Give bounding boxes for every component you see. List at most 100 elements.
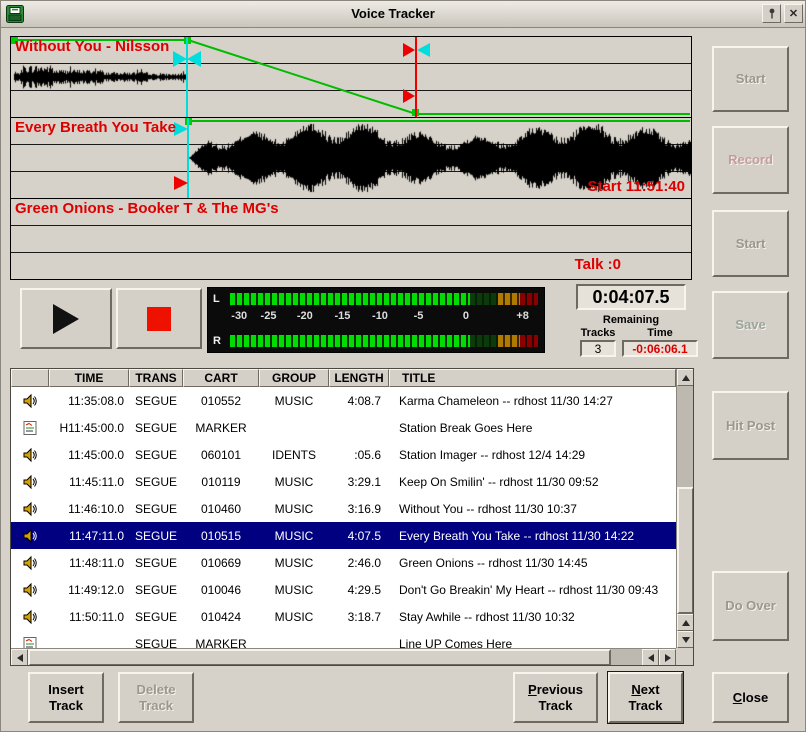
record-button[interactable]: Record — [712, 126, 789, 194]
stop-button[interactable] — [116, 288, 202, 349]
speaker-icon — [11, 582, 49, 598]
save-label: Save — [735, 317, 765, 333]
log-cell-title: Every Breath You Take -- rdhost 11/30 14… — [389, 529, 676, 543]
led-segment-green — [230, 293, 470, 305]
track-panel-1: Without You - Nilsson — [11, 37, 691, 118]
arrow-left-icon — [648, 654, 654, 662]
column-header-icon[interactable] — [11, 369, 49, 387]
save-button[interactable]: Save — [712, 291, 789, 359]
do-over-button[interactable]: Do Over — [712, 571, 789, 641]
marker-triangle-cyan[interactable] — [173, 51, 187, 67]
log-cell-group: MUSIC — [259, 475, 329, 489]
hscroll-thumb[interactable] — [28, 649, 611, 666]
log-cell-length: :05.6 — [329, 448, 389, 462]
close-button[interactable]: ✕ — [784, 4, 803, 23]
remaining-tracks-value: 3 — [580, 340, 616, 357]
previous-track-button[interactable]: Previous Track — [513, 672, 598, 723]
log-row[interactable]: 11:48:11.0 SEGUE 010669 MUSIC 2:46.0 Gre… — [11, 549, 676, 576]
delete-track-button[interactable]: Delete Track — [118, 672, 194, 723]
meter-scale: -30 -25 -20 -15 -10 -5 0 +8 — [230, 310, 538, 328]
scale-tick: -30 — [231, 310, 247, 322]
log-cell-trans: SEGUE — [129, 610, 183, 624]
marker-triangle-cyan[interactable] — [417, 43, 430, 57]
hscroll-right-button[interactable] — [659, 649, 676, 666]
speaker-icon — [11, 447, 49, 463]
right-channel-label: R — [213, 335, 230, 347]
log-cell-cart: 060101 — [183, 448, 259, 462]
log-cell-cart: 010119 — [183, 475, 259, 489]
start-mid-button[interactable]: Start — [712, 210, 789, 277]
log-cell-length: 2:46.0 — [329, 556, 389, 570]
log-cell-time: 11:45:00.0 — [49, 448, 129, 462]
log-cell-cart: 010515 — [183, 529, 259, 543]
log-row[interactable]: 11:45:11.0 SEGUE 010119 MUSIC 3:29.1 Kee… — [11, 468, 676, 495]
level-meter: L -30 -25 -20 -15 -10 -5 0 +8 R — [207, 287, 545, 353]
log-row[interactable]: H11:45:00.0 SEGUE MARKER Station Break G… — [11, 414, 676, 441]
log-cell-time: 11:45:11.0 — [49, 475, 129, 489]
marker-triangle-red[interactable] — [403, 43, 415, 57]
start-top-button[interactable]: Start — [712, 46, 789, 112]
hscroll-left-button[interactable] — [11, 649, 28, 666]
track-title: Without You - Nilsson — [15, 38, 169, 55]
column-header-length[interactable]: LENGTH — [329, 369, 389, 387]
window-title: Voice Tracker — [24, 6, 762, 21]
log-row[interactable]: 11:35:08.0 SEGUE 010552 MUSIC 4:08.7 Kar… — [11, 387, 676, 414]
column-header-group[interactable]: GROUP — [259, 369, 329, 387]
arrow-up-icon — [682, 375, 690, 381]
log-row[interactable]: 11:45:00.0 SEGUE 060101 IDENTS :05.6 Sta… — [11, 441, 676, 468]
log-cell-cart: 010460 — [183, 502, 259, 516]
close-window-button[interactable]: Close — [712, 672, 789, 723]
log-row[interactable]: 11:49:12.0 SEGUE 010046 MUSIC 4:29.5 Don… — [11, 576, 676, 603]
log-cell-time: 11:50:11.0 — [49, 610, 129, 624]
track-panel-3: Green Onions - Booker T & The MG's Talk … — [11, 199, 691, 279]
hscroll-left-button-right[interactable] — [642, 649, 659, 666]
scale-tick: 0 — [463, 310, 469, 322]
grid-line — [11, 252, 691, 253]
column-header-time[interactable]: TIME — [49, 369, 129, 387]
stop-icon — [147, 307, 171, 331]
log-cell-trans: SEGUE — [129, 556, 183, 570]
speaker-icon — [11, 474, 49, 490]
log-cell-time: 11:48:11.0 — [49, 556, 129, 570]
vscroll-up-button[interactable] — [677, 369, 694, 386]
log-row[interactable]: 11:50:11.0 SEGUE 010424 MUSIC 3:18.7 Sta… — [11, 603, 676, 630]
log-cell-title: Don't Go Breakin' My Heart -- rdhost 11/… — [389, 583, 676, 597]
log-cell-title: Karma Chameleon -- rdhost 11/30 14:27 — [389, 394, 676, 408]
next-track-label: Track — [629, 698, 663, 714]
vscroll-down-button[interactable] — [677, 631, 694, 648]
column-header-title[interactable]: TITLE — [389, 369, 676, 387]
next-track-button[interactable]: Next Track — [608, 672, 683, 723]
pin-button[interactable] — [762, 4, 781, 23]
track-start-time-label: Start 11:51:40 — [587, 178, 685, 195]
led-segment-red — [520, 293, 538, 305]
vscroll-thumb[interactable] — [677, 487, 694, 614]
hit-post-button[interactable]: Hit Post — [712, 391, 789, 460]
vscroll-up-button-bottom[interactable] — [677, 614, 694, 631]
log-row[interactable]: 11:46:10.0 SEGUE 010460 MUSIC 3:16.9 Wit… — [11, 495, 676, 522]
insert-track-button[interactable]: Insert Track — [28, 672, 104, 723]
left-channel-label: L — [213, 293, 230, 305]
start-mid-label: Start — [736, 236, 766, 252]
log-row-selected[interactable]: 11:47:11.0 SEGUE 010515 MUSIC 4:07.5 Eve… — [11, 522, 676, 549]
column-header-cart[interactable]: CART — [183, 369, 259, 387]
speaker-icon — [11, 393, 49, 409]
close-label: Close — [733, 690, 768, 706]
scale-tick: -10 — [372, 310, 388, 322]
meter-leds-right — [230, 335, 538, 347]
log-cell-cart: 010046 — [183, 583, 259, 597]
log-cell-cart: MARKER — [183, 637, 259, 649]
log-cell-length: 3:18.7 — [329, 610, 389, 624]
marker-triangle-red[interactable] — [174, 176, 188, 190]
marker-triangle-cyan[interactable] — [187, 51, 201, 67]
horizontal-scrollbar[interactable] — [11, 648, 676, 665]
log-cell-length: 4:29.5 — [329, 583, 389, 597]
log-row-partial[interactable]: SEGUE MARKER Line UP Comes Here — [11, 630, 676, 648]
column-header-trans[interactable]: TRANS — [129, 369, 183, 387]
marker-triangle-red[interactable] — [403, 89, 415, 103]
play-icon — [53, 304, 79, 334]
vertical-scrollbar[interactable] — [676, 369, 693, 648]
track-title: Green Onions - Booker T & The MG's — [15, 200, 279, 217]
talk-time-label: Talk :0 — [575, 256, 621, 273]
log-table: TIME TRANS CART GROUP LENGTH TITLE 11:35… — [10, 368, 694, 666]
play-button[interactable] — [20, 288, 112, 349]
